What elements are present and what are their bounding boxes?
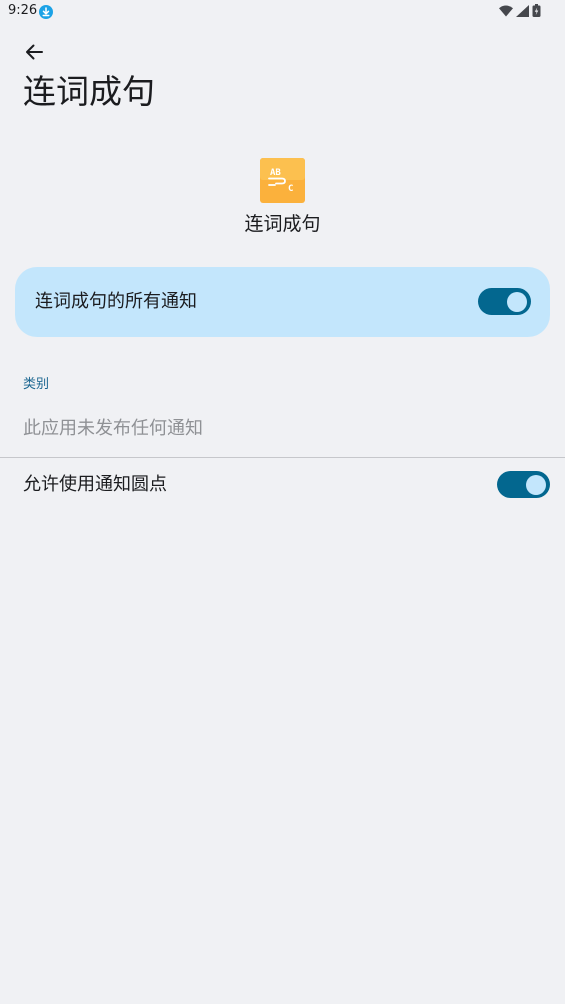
status-time: 9:26 <box>8 3 38 18</box>
svg-text:C: C <box>288 184 293 194</box>
arrow-back-icon <box>24 42 44 66</box>
no-channels-message: 此应用未发布任何通知 <box>23 418 203 439</box>
notification-dots-row[interactable]: 允许使用通知圆点 <box>0 458 565 512</box>
battery-icon <box>532 2 541 21</box>
cellular-signal-icon <box>516 2 529 21</box>
switch-knob <box>526 474 546 495</box>
status-icons <box>499 2 541 21</box>
notification-dots-switch[interactable] <box>497 471 550 498</box>
app-name: 连词成句 <box>244 213 321 235</box>
wifi-icon <box>499 2 513 21</box>
categories-header: 类别 <box>23 377 50 392</box>
download-icon <box>39 4 53 19</box>
page-title: 连词成句 <box>23 72 155 111</box>
all-notifications-switch[interactable] <box>478 288 531 315</box>
svg-text:AB: AB <box>270 168 281 178</box>
all-notifications-label: 连词成句的所有通知 <box>35 291 197 312</box>
abc-word-app-icon: AB C <box>260 158 305 203</box>
all-notifications-toggle-card[interactable]: 连词成句的所有通知 <box>15 267 550 337</box>
back-button[interactable] <box>18 38 50 70</box>
status-bar: 9:26 <box>0 0 565 24</box>
notification-dots-label: 允许使用通知圆点 <box>23 474 167 495</box>
switch-knob <box>507 291 527 312</box>
